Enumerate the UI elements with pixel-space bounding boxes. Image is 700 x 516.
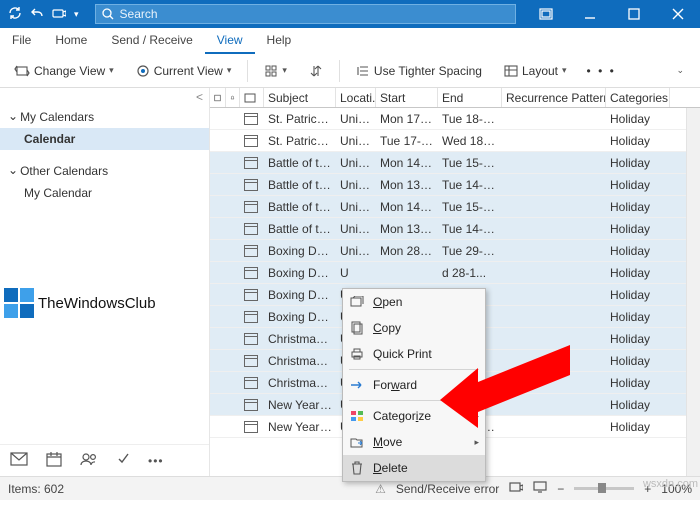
ctx-quick-print[interactable]: Quick Print [343, 341, 485, 367]
col-start-header[interactable]: Start [376, 88, 438, 107]
search-icon [102, 8, 114, 20]
col-recurrence-header[interactable]: Recurrence Pattern [502, 88, 606, 107]
calendar-item-icon [244, 113, 258, 125]
ctx-copy[interactable]: Copy [343, 315, 485, 341]
send-receive-status[interactable]: Send/Receive error [396, 482, 499, 496]
minimize-button[interactable] [568, 0, 612, 28]
ctx-move[interactable]: Move▸ [343, 429, 485, 455]
ctx-delete[interactable]: Delete [343, 455, 485, 481]
table-row[interactable]: Boxing Day B...Ud 28-1...Holiday [210, 262, 700, 284]
change-view-button[interactable]: Change View▾ [8, 61, 120, 81]
alert-icon: ⚠ [375, 482, 386, 496]
col-icon-header[interactable] [210, 88, 226, 107]
table-row[interactable]: Battle of the ...Unite...Mon 14-0...Tue … [210, 196, 700, 218]
image-source-watermark: wsxdn.com [643, 478, 698, 490]
calendar-item-icon [244, 157, 258, 169]
table-header: Subject Locati... Start End Recurrence P… [210, 88, 700, 108]
title-bar: ▾ [0, 0, 700, 28]
people-icon[interactable] [80, 452, 98, 469]
calendar-item-icon [244, 179, 258, 191]
col-location-header[interactable]: Locati... [336, 88, 376, 107]
move-icon [349, 436, 365, 448]
calendar-item-icon [244, 223, 258, 235]
categorize-icon [349, 410, 365, 422]
sync-icon[interactable] [8, 6, 22, 23]
windowsclub-icon [4, 288, 34, 318]
calendar-item-icon [244, 267, 258, 279]
calendar-item-icon [244, 311, 258, 323]
menu-help[interactable]: Help [255, 28, 304, 54]
search-input[interactable] [120, 7, 509, 21]
camera-icon[interactable] [52, 6, 66, 23]
current-view-button[interactable]: Current View▾ [130, 61, 238, 81]
reverse-sort-button[interactable] [303, 61, 329, 81]
zoom-slider[interactable] [574, 487, 634, 490]
tighter-spacing-button[interactable]: Use Tighter Spacing [350, 61, 488, 81]
ribbon: Change View▾ Current View▾ ▾ Use Tighter… [0, 54, 700, 88]
collapse-icon[interactable]: < [0, 88, 209, 106]
ribbon-overflow-button[interactable]: • • • [583, 64, 620, 78]
qat-dropdown-icon[interactable]: ▾ [74, 9, 79, 20]
calendar-item-icon [244, 135, 258, 147]
calendar-item-icon [244, 399, 258, 411]
ctx-categorize[interactable]: Categorize▸ [343, 403, 485, 429]
table-row[interactable]: Boxing Day B...Unite...Mon 28-1...Tue 29… [210, 240, 700, 262]
watermark-logo: TheWindowsClub [4, 288, 156, 318]
menu-file[interactable]: File [0, 28, 43, 54]
calendar-item-icon [244, 333, 258, 345]
connection-icon[interactable] [509, 481, 523, 496]
undo-icon[interactable] [30, 6, 44, 23]
sidebar-group-other-calendars[interactable]: Other Calendars [0, 160, 209, 182]
table-row[interactable]: Battle of the ...Unite...Mon 13-0...Tue … [210, 174, 700, 196]
calendar-item-icon [244, 245, 258, 257]
vertical-scrollbar[interactable] [686, 108, 700, 476]
navigation-pane: < My Calendars Calendar Other Calendars … [0, 88, 210, 476]
col-subject-header[interactable]: Subject [264, 88, 336, 107]
menu-send-receive[interactable]: Send / Receive [99, 28, 204, 54]
watermark-text: TheWindowsClub [38, 295, 156, 312]
search-box[interactable] [95, 4, 516, 24]
maximize-button[interactable] [612, 0, 656, 28]
menu-home[interactable]: Home [43, 28, 99, 54]
table-row[interactable]: Battle of the ...Unite...Mon 14-0...Tue … [210, 152, 700, 174]
items-count: Items: 602 [8, 482, 64, 496]
open-icon [349, 296, 365, 308]
table-row[interactable]: Battle of the ...Unite...Mon 13-0...Tue … [210, 218, 700, 240]
close-button[interactable] [656, 0, 700, 28]
layout-button[interactable]: Layout▾ [498, 61, 573, 81]
sidebar-item-my-calendar[interactable]: My Calendar [0, 182, 209, 204]
table-row[interactable]: St. Patrick’s ...Unite...Tue 17-03...Wed… [210, 130, 700, 152]
ctx-forward[interactable]: Forward [343, 372, 485, 398]
ribbon-display-button[interactable] [524, 0, 568, 28]
mail-icon[interactable] [10, 452, 28, 469]
menu-view[interactable]: View [205, 28, 255, 54]
nav-module-switcher: ••• [0, 444, 209, 476]
col-end-header[interactable]: End [438, 88, 502, 107]
table-row[interactable]: St. Patrick’s ...Unite...Mon 17-0...Tue … [210, 108, 700, 130]
calendar-item-icon [244, 421, 258, 433]
sidebar-item-calendar[interactable]: Calendar [0, 128, 209, 150]
display-settings-icon[interactable] [533, 481, 547, 496]
ctx-open[interactable]: OOpenpen [343, 289, 485, 315]
calendar-item-icon [244, 355, 258, 367]
todo-icon[interactable] [116, 451, 130, 470]
col-categories-header[interactable]: Categories ▲ [606, 88, 670, 107]
col-item-header[interactable] [240, 88, 264, 107]
nav-more-button[interactable]: ••• [148, 454, 164, 468]
calendar-item-icon [244, 377, 258, 389]
zoom-out-button[interactable]: − [557, 482, 564, 496]
forward-icon [349, 380, 365, 390]
delete-icon [349, 461, 365, 475]
print-icon [349, 348, 365, 360]
calendar-icon[interactable] [46, 451, 62, 470]
ribbon-collapse-icon[interactable]: ⌄ [676, 65, 692, 76]
context-menu: OOpenpen Copy Quick Print Forward Catego… [342, 288, 486, 482]
calendar-item-icon [244, 289, 258, 301]
menu-bar: File Home Send / Receive View Help [0, 28, 700, 54]
calendar-item-icon [244, 201, 258, 213]
sidebar-group-my-calendars[interactable]: My Calendars [0, 106, 209, 128]
copy-icon [349, 321, 365, 335]
arrange-button[interactable]: ▾ [258, 61, 293, 81]
col-reminder-header[interactable] [226, 88, 240, 107]
